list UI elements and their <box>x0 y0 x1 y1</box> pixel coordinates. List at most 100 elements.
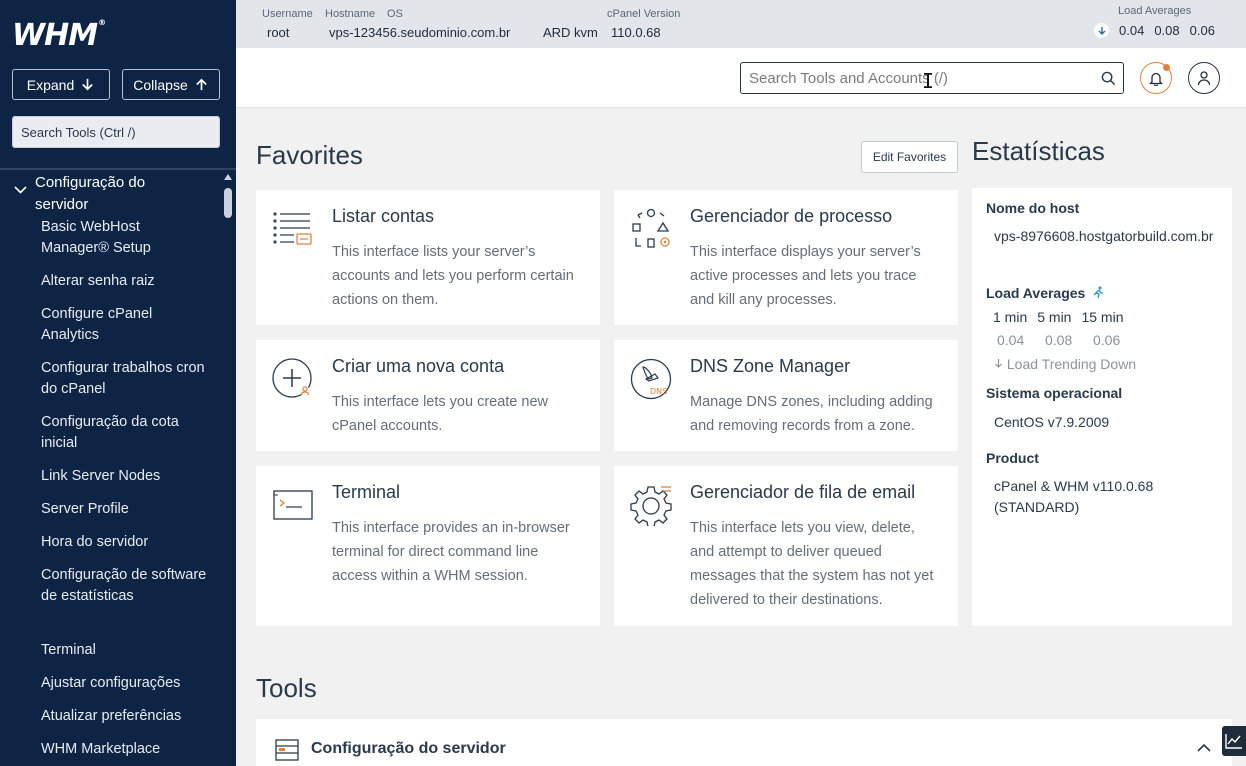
favorite-card-process-manager[interactable]: Gerenciador de processo This interface d… <box>614 190 958 325</box>
tools-title: Tools <box>256 673 317 703</box>
stats-panel: Nome do host vps-8976608.hostgatorbuild.… <box>972 188 1232 626</box>
hostname-value: vps-123456.seudominio.com.br <box>329 25 511 40</box>
arrow-down-icon <box>995 359 1002 368</box>
card-title[interactable]: Gerenciador de processo <box>690 206 892 227</box>
create-account-icon <box>272 358 312 398</box>
scroll-thumb[interactable] <box>224 188 232 218</box>
sidebar-item-whm-marketplace[interactable]: WHM Marketplace <box>41 739 211 760</box>
card-title[interactable]: DNS Zone Manager <box>690 356 850 377</box>
card-description: This interface lets you view, delete, an… <box>690 520 934 608</box>
favorite-card-create-account[interactable]: Criar uma nova conta This interface lets… <box>256 340 600 451</box>
card-description: This interface displays your server’s ac… <box>690 244 921 308</box>
stats-hostname-value: vps-8976608.hostgatorbuild.com.br <box>994 228 1214 244</box>
sidebar-item-stats-software[interactable]: Configuração de software de estatísticas <box>41 565 211 607</box>
mail-queue-icon <box>630 486 672 526</box>
server-status-bar: Username root Hostname vps-123456.seudom… <box>236 0 1246 48</box>
sidebar-item-cron-jobs[interactable]: Configurar trabalhos cron do cPanel <box>41 358 211 400</box>
favorites-title: Favorites <box>256 140 363 170</box>
load-trend-text: Load Trending Down <box>1006 356 1137 372</box>
stats-title: Estatísticas <box>972 136 1105 166</box>
username-label: Username <box>262 8 313 20</box>
card-description: This interface provides an in-browser te… <box>332 520 570 584</box>
global-search-input[interactable] <box>749 69 1089 87</box>
username-value: root <box>267 25 290 40</box>
card-description: This interface lists your server’s accou… <box>332 244 574 308</box>
load-values: 0.04 0.08 0.06 <box>997 332 1141 348</box>
tools-section-label: Configuração do servidor <box>311 740 506 757</box>
sidebar-item-link-server-nodes[interactable]: Link Server Nodes <box>41 466 211 487</box>
notification-dot <box>1163 64 1170 71</box>
stats-product-label: Product <box>986 450 1039 466</box>
hostname-label: Hostname <box>325 8 376 20</box>
sidebar-item-initial-quota[interactable]: Configuração da cota inicial <box>41 412 211 454</box>
sidebar-item-terminal[interactable]: Terminal <box>41 640 211 661</box>
os-value: ARD kvm <box>543 25 598 40</box>
server-config-icon <box>275 739 299 761</box>
favorite-card-mail-queue[interactable]: Gerenciador de fila de email This interf… <box>614 466 958 626</box>
expand-label: Expand <box>26 76 75 93</box>
stats-product-value: cPanel & WHM v110.0.68 (STANDARD) <box>994 478 1154 515</box>
running-person-icon[interactable] <box>1092 286 1104 299</box>
nav-group-label: Configuração do servidor <box>35 174 146 213</box>
card-title[interactable]: Gerenciador de fila de email <box>690 482 915 503</box>
notifications-button[interactable] <box>1140 62 1172 94</box>
svg-text:DNS: DNS <box>650 387 667 396</box>
expand-button[interactable]: Expand <box>12 69 110 100</box>
chevron-up-icon[interactable] <box>1197 743 1211 752</box>
stats-hostname-label: Nome do host <box>986 200 1080 216</box>
search-icon[interactable] <box>1101 71 1116 86</box>
sidebar-nav: Configuração do servidor Basic WebHost M… <box>0 170 221 766</box>
whm-logo[interactable]: WHM® <box>12 18 106 53</box>
sidebar-search-input[interactable]: Search Tools (Ctrl /) <box>12 116 220 148</box>
load-columns: 1 min 5 min 15 min <box>993 309 1124 325</box>
favorite-card-dns-zone-manager[interactable]: DNS DNS Zone Manager Manage DNS zones, i… <box>614 340 958 451</box>
card-title[interactable]: Listar contas <box>332 206 434 227</box>
text-cursor-icon: I <box>922 69 935 93</box>
sidebar-item-server-profile[interactable]: Server Profile <box>41 499 211 520</box>
favorite-card-list-accounts[interactable]: Listar contas This interface lists your … <box>256 190 600 325</box>
stats-load-label-text: Load Averages <box>986 285 1086 301</box>
favorite-card-terminal[interactable]: Terminal This interface provides an in-b… <box>256 466 600 626</box>
os-stat: OS <box>387 8 403 22</box>
bell-icon <box>1149 72 1163 86</box>
sidebar-item-server-time[interactable]: Hora do servidor <box>41 532 211 553</box>
load-1: 0.04 <box>1119 23 1145 38</box>
stats-load-label: Load Averages <box>986 285 1104 301</box>
card-title[interactable]: Criar uma nova conta <box>332 356 504 377</box>
sidebar-scrollbar[interactable] <box>221 170 236 766</box>
cpanel-version-label: cPanel Version <box>607 8 681 20</box>
load-val-5: 0.08 <box>1045 332 1073 348</box>
sidebar-item-basic-setup[interactable]: Basic WebHost Manager® Setup <box>41 217 211 259</box>
load-averages-values: 0.04 0.08 0.06 <box>1094 23 1215 38</box>
stats-graph-button[interactable] <box>1222 726 1246 756</box>
collapse-label: Collapse <box>133 76 188 93</box>
user-menu-button[interactable] <box>1188 62 1220 94</box>
os-value-stat: ARD kvm <box>543 25 598 40</box>
arrow-down-circle-icon <box>1094 23 1109 38</box>
top-header: I <box>236 48 1246 108</box>
load-averages-label: Load Averages <box>1118 5 1192 17</box>
sidebar-search-placeholder: Search Tools (Ctrl /) <box>21 124 136 140</box>
card-title[interactable]: Terminal <box>332 482 400 503</box>
load-col-5: 5 min <box>1037 309 1072 325</box>
line-chart-icon <box>1225 734 1242 749</box>
load-val-1: 0.04 <box>997 332 1025 348</box>
collapse-button[interactable]: Collapse <box>122 69 220 100</box>
arrow-down-icon <box>82 78 94 91</box>
os-label: OS <box>387 8 403 20</box>
stats-os-label: Sistema operacional <box>986 385 1123 401</box>
nav-group-server-config[interactable]: Configuração do servidor <box>14 172 165 216</box>
sidebar-item-cpanel-analytics[interactable]: Configure cPanel Analytics <box>41 304 211 346</box>
sidebar-item-tweak-settings[interactable]: Ajustar configurações <box>41 673 211 694</box>
stats-os-value: CentOS v7.9.2009 <box>994 414 1110 430</box>
sidebar-item-root-password[interactable]: Alterar senha raiz <box>41 271 211 292</box>
chevron-down-icon <box>14 186 27 194</box>
scroll-up-arrow-icon[interactable] <box>224 174 232 180</box>
sidebar: WHM® Expand Collapse Search Tools (Ctrl … <box>0 0 236 766</box>
edit-favorites-button[interactable]: Edit Favorites <box>861 141 958 173</box>
sidebar-item-update-preferences[interactable]: Atualizar preferências <box>41 706 211 727</box>
list-accounts-icon <box>273 212 312 245</box>
load-15: 0.06 <box>1189 23 1215 38</box>
tools-section-server-config[interactable]: Configuração do servidor <box>256 719 1232 766</box>
load-col-1: 1 min <box>993 309 1028 325</box>
